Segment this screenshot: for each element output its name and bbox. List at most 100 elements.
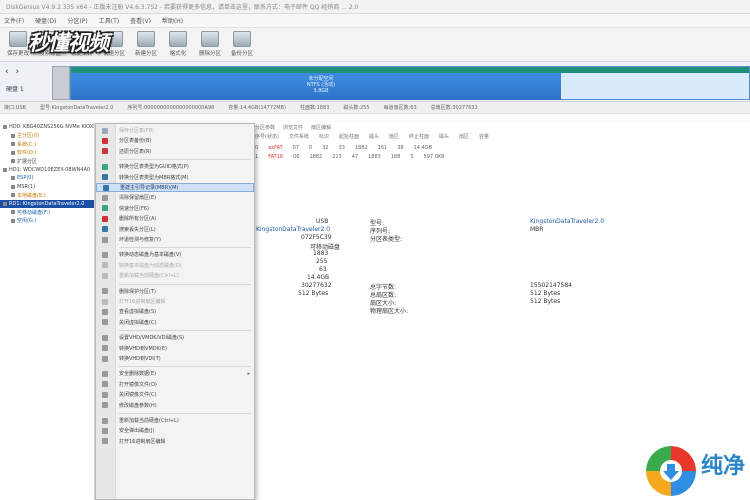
title-bar: DiskGenius V4.9.2.335 x64 - 正版未注册 V4.6.3… [0, 0, 750, 14]
column-header: 扇区 [388, 134, 399, 140]
context-menu-item[interactable]: 重建主引导记录(MBR)(M) [96, 183, 254, 192]
context-menu-item[interactable]: 清除保留扇区(E) [96, 193, 254, 202]
table-cell: 188 [390, 154, 401, 160]
disk-info-field: 总扇区数:30277632 [430, 105, 478, 111]
menu-item-icon [102, 205, 108, 212]
detail-value: 1883 [313, 250, 329, 257]
table-cell: 0 [309, 145, 313, 151]
menu-item[interactable]: 查看(V) [130, 16, 151, 25]
context-menu-item[interactable]: 删除保护分区(T) [96, 287, 254, 296]
context-menu-item[interactable]: 修改磁盘参数(H) [96, 401, 254, 410]
table-cell: FAT16 [268, 154, 284, 160]
disk-nav-arrows[interactable]: ‹ › [5, 67, 21, 77]
context-menu-item[interactable]: 转换分区表类型为GUID格式(P) [96, 162, 254, 171]
menu-item-label: 关闭镜像文件(C) [119, 392, 157, 399]
column-header: 容量 [479, 134, 490, 140]
context-menu-item[interactable]: 打开16进制扇区编辑 [96, 437, 254, 446]
context-menu-item[interactable]: 安全弹出磁盘(J) [96, 426, 254, 435]
menu-item[interactable]: 硬盘(D) [35, 16, 56, 25]
menu-item[interactable]: 分区(P) [67, 16, 87, 25]
logo-text: 纯净 [701, 454, 746, 479]
column-header: 文件系统 [288, 134, 309, 140]
context-menu-item[interactable]: 搜索丢失分区(L) [96, 225, 254, 234]
tree-node[interactable]: 扩展分区 [0, 157, 94, 166]
context-menu-item[interactable]: 还原分区表(R) [96, 147, 254, 156]
menu-item[interactable]: 工具(T) [99, 16, 119, 25]
context-menu-item: 打开16进制扇区编辑 [96, 297, 254, 306]
partition-block-label: 未分配空间 NTFS (活动) 3.8GB [306, 76, 336, 94]
menu-item-label: 删除所有分区(A) [119, 216, 157, 223]
tree-node[interactable]: MSR(1) [0, 183, 94, 192]
context-menu-item[interactable]: 打开镜像文件(O) [96, 380, 254, 389]
toolbar-button[interactable]: 格式化 [164, 31, 192, 57]
tree-node[interactable]: 可移动磁盘(F:) [0, 208, 94, 217]
tree-node[interactable]: 软件(D:) [0, 149, 94, 158]
context-menu-item[interactable]: 删除所有分区(A) [96, 214, 254, 223]
backup-partition-icon [233, 31, 251, 47]
detail-label: 物理扇区大小: [370, 308, 409, 315]
tree-node[interactable]: RD1: KingstonDataTraveler2.0 [0, 199, 94, 208]
tree-node[interactable]: 空闲(G:) [0, 217, 94, 226]
tree-node[interactable]: 主分区(0) [0, 132, 94, 141]
disk-label: 硬盘 1 [6, 86, 24, 93]
table-cell: 14.4GB [413, 145, 433, 151]
menu-item-icon [102, 288, 108, 295]
context-menu-item[interactable]: 分区表备份(B) [96, 136, 254, 145]
context-menu-item[interactable]: 重新加载当前硬盘(Ctrl+L) [96, 416, 254, 425]
menu-item-label: 安全删除数据(E) [119, 371, 157, 378]
column-header: 序号(状态) [255, 134, 279, 140]
toolbar-button[interactable]: 备份分区 [228, 31, 256, 57]
table-cell: exFAT [268, 145, 283, 151]
context-menu-item[interactable]: 设置VHD/VMDK/VDI磁盘(S) [96, 333, 254, 342]
tab[interactable]: 扇区编辑 [311, 124, 331, 131]
tree-node-label: HD1: WDCWD10EZEX-08WN4A0 [9, 166, 91, 173]
partition-table-header: 序号(状态) 文件系统 标识 起始柱面 磁头 扇区 终止柱面 磁头 扇区 容量 [255, 133, 489, 140]
context-menu-item[interactable]: 安全删除数据(E) ▸ [96, 369, 254, 378]
context-menu-item[interactable]: 快速分区(F6) [96, 204, 254, 213]
context-menu-item[interactable]: 转换VHD到VMDK(E) [96, 344, 254, 353]
disk-info-field: 序列号:0000000000000000000A98 [127, 105, 215, 111]
tree-node-label: 软件(D:) [17, 150, 37, 157]
tree-node[interactable]: HD1: WDCWD10EZEX-08WN4A0 [0, 166, 94, 175]
context-menu-item[interactable]: 转换分区表类型为MBR格式(M) [96, 173, 254, 182]
context-menu-item[interactable]: 转换动态磁盘为基本磁盘(V) [96, 250, 254, 259]
toolbar-button[interactable]: 新建分区 [132, 31, 160, 57]
tab[interactable]: 分区参数 [255, 124, 275, 131]
context-menu-item[interactable]: 坏道检测与修复(Y) [96, 235, 254, 244]
disk-info-field: 磁头数:255 [343, 105, 370, 111]
detail-value: KingstonDataTraveler2.0 [530, 218, 605, 225]
toolbar-button[interactable]: 删除分区 [196, 31, 224, 57]
tab[interactable]: 浏览文件 [283, 124, 303, 131]
context-menu-item[interactable]: 转换VHD到VDI(T) [96, 354, 254, 363]
partition-bar[interactable]: 未分配空间 NTFS (活动) 3.8GB [70, 66, 750, 100]
menu-item-label: 还原分区表(R) [119, 148, 152, 155]
tree-node-label: 本地磁盘(E:) [17, 192, 46, 199]
context-menu-item[interactable]: 关闭镜像文件(C) [96, 390, 254, 399]
menu-item[interactable]: 文件(F) [4, 16, 24, 25]
new-partition-icon [137, 31, 155, 47]
column-header: 终止柱面 [408, 134, 429, 140]
tree-node-label: MSR(1) [17, 183, 36, 190]
tree-node[interactable]: 系统(C:) [0, 140, 94, 149]
tree-node[interactable]: HD0: KBG40ZNS256G NVMe KIOXIA [0, 123, 94, 132]
menu-item-label: 关闭虚拟磁盘(C) [119, 319, 157, 326]
table-cell: 1882 [354, 145, 368, 151]
table-row[interactable]: 1 FAT16 06 1882 223 47 1883 188 5 597.0KB [255, 154, 445, 160]
disk-thumbnail[interactable] [52, 66, 70, 100]
menu-separator [119, 283, 251, 285]
menu-item-icon [102, 148, 108, 155]
video-watermark: 秒懂视频 [28, 30, 109, 55]
disk-info-field: 型号:KingstonDataTraveler2.0 [39, 105, 114, 111]
tree-node[interactable]: ESP(0) [0, 174, 94, 183]
drive-icon [11, 176, 15, 181]
menu-item[interactable]: 帮助(H) [162, 16, 183, 25]
table-row[interactable]: 0 exFAT 07 0 32 33 1882 161 38 14.4GB [255, 145, 432, 151]
context-menu-item[interactable]: 关闭虚拟磁盘(C) [96, 318, 254, 327]
tree-node[interactable]: 本地磁盘(E:) [0, 191, 94, 200]
context-menu-item[interactable]: 查看虚拟磁盘(S) [96, 307, 254, 316]
detail-value: 072F5C39 [301, 234, 332, 241]
tree-node-label: 空闲(G:) [17, 218, 37, 225]
menu-item-icon [102, 319, 108, 326]
menu-item-icon [102, 438, 108, 445]
menu-item-label: 重建主引导记录(MBR)(M) [120, 185, 179, 191]
